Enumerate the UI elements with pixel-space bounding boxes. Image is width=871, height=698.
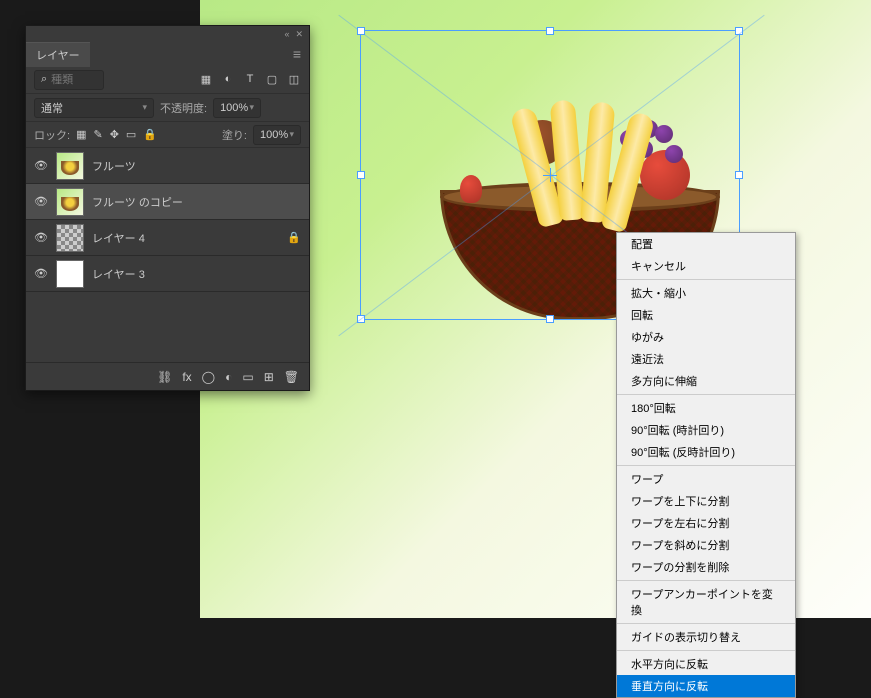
fill-input[interactable]: 100% ▾: [253, 125, 301, 145]
menu-separator: [617, 650, 795, 651]
menu-item[interactable]: 回転: [617, 304, 795, 326]
lock-indicator-icon: 🔒: [287, 231, 301, 244]
opacity-input[interactable]: 100% ▾: [213, 98, 261, 118]
lock-icons: ▦ ✎ ✥ ▭ 🔒: [76, 128, 157, 141]
layer-filter-search[interactable]: ⌕: [34, 70, 104, 90]
layers-list: 👁 フルーツ 👁 フルーツ のコピー 👁 レイヤー 4 🔒 👁 レイヤー 3: [26, 148, 309, 292]
panel-topbar: « ✕: [26, 26, 309, 42]
link-layers-icon[interactable]: ⛓: [157, 370, 172, 384]
group-icon[interactable]: ▭: [242, 370, 253, 384]
lock-position-icon[interactable]: ✥: [110, 128, 119, 141]
tab-layers[interactable]: レイヤー: [26, 42, 90, 67]
filter-type-icon[interactable]: T: [243, 73, 257, 86]
search-icon: ⌕: [41, 73, 47, 86]
layer-thumbnail[interactable]: [56, 260, 84, 288]
visibility-toggle-icon[interactable]: 👁: [34, 195, 48, 208]
lock-all-icon[interactable]: 🔒: [143, 128, 157, 141]
menu-item[interactable]: ワープを左右に分割: [617, 512, 795, 534]
filter-icons: ▦ ◐ T ▢ ◫: [199, 73, 301, 86]
layer-name[interactable]: フルーツ: [92, 158, 301, 174]
filter-adjustment-icon[interactable]: ◐: [221, 73, 235, 86]
menu-item[interactable]: ガイドの表示切り替え: [617, 626, 795, 648]
filter-shape-icon[interactable]: ▢: [265, 73, 279, 86]
blend-mode-value: 通常: [41, 100, 63, 116]
menu-separator: [617, 623, 795, 624]
menu-item[interactable]: 90°回転 (時計回り): [617, 419, 795, 441]
menu-item[interactable]: ワープアンカーポイントを変換: [617, 583, 795, 621]
layer-thumbnail[interactable]: [56, 224, 84, 252]
menu-item[interactable]: 多方向に伸縮: [617, 370, 795, 392]
transform-handle-mid-left[interactable]: [357, 171, 365, 179]
menu-item[interactable]: 遠近法: [617, 348, 795, 370]
layer-style-icon[interactable]: fx: [182, 370, 191, 384]
layer-row[interactable]: 👁 フルーツ のコピー: [26, 184, 309, 220]
chevron-down-icon: ▾: [289, 129, 294, 140]
lock-row: ロック: ▦ ✎ ✥ ▭ 🔒 塗り: 100% ▾: [26, 122, 309, 148]
layer-row[interactable]: 👁 レイヤー 3: [26, 256, 309, 292]
visibility-toggle-icon[interactable]: 👁: [34, 159, 48, 172]
panel-tabs: レイヤー ≡: [26, 42, 309, 66]
menu-item[interactable]: ゆがみ: [617, 326, 795, 348]
filter-smart-icon[interactable]: ◫: [287, 73, 301, 86]
menu-item[interactable]: ワープを斜めに分割: [617, 534, 795, 556]
chevron-down-icon: ▾: [250, 102, 255, 113]
menu-separator: [617, 465, 795, 466]
menu-item[interactable]: 拡大・縮小: [617, 282, 795, 304]
layer-row[interactable]: 👁 フルーツ: [26, 148, 309, 184]
new-layer-icon[interactable]: ⊞: [264, 370, 274, 384]
menu-item[interactable]: ワープの分割を削除: [617, 556, 795, 578]
menu-item[interactable]: キャンセル: [617, 255, 795, 277]
chevron-down-icon: ▾: [142, 102, 147, 113]
opacity-label: 不透明度:: [160, 100, 207, 116]
lock-transparency-icon[interactable]: ▦: [76, 128, 86, 141]
blend-row: 通常 ▾ 不透明度: 100% ▾: [26, 94, 309, 122]
lock-label: ロック:: [34, 127, 70, 143]
fill-label: 塗り:: [222, 127, 247, 143]
layer-row[interactable]: 👁 レイヤー 4 🔒: [26, 220, 309, 256]
menu-item[interactable]: 垂直方向に反転: [617, 675, 795, 697]
transform-handle-top-left[interactable]: [357, 27, 365, 35]
lock-brush-icon[interactable]: ✎: [93, 128, 102, 141]
layer-thumbnail[interactable]: [56, 188, 84, 216]
menu-separator: [617, 580, 795, 581]
layer-name[interactable]: フルーツ のコピー: [92, 194, 301, 210]
menu-item[interactable]: ワープを上下に分割: [617, 490, 795, 512]
menu-item[interactable]: 180°回転: [617, 397, 795, 419]
menu-item[interactable]: 90°回転 (反時計回り): [617, 441, 795, 463]
transform-context-menu: 配置キャンセル拡大・縮小回転ゆがみ遠近法多方向に伸縮 180°回転90°回転 (時…: [616, 232, 796, 698]
layer-mask-icon[interactable]: ◯: [202, 370, 215, 384]
menu-separator: [617, 279, 795, 280]
layer-thumbnail[interactable]: [56, 152, 84, 180]
panel-footer: ⛓ fx ◯ ◐ ▭ ⊞ 🗑: [26, 362, 309, 390]
lock-artboard-icon[interactable]: ▭: [126, 128, 136, 141]
adjustment-layer-icon[interactable]: ◐: [225, 370, 232, 384]
collapse-icon[interactable]: «: [284, 29, 289, 39]
visibility-toggle-icon[interactable]: 👁: [34, 231, 48, 244]
menu-item[interactable]: 水平方向に反転: [617, 653, 795, 675]
delete-layer-icon[interactable]: 🗑: [284, 370, 299, 384]
close-icon[interactable]: ✕: [295, 29, 303, 40]
layer-name[interactable]: レイヤー 4: [92, 230, 279, 246]
menu-item[interactable]: 配置: [617, 233, 795, 255]
blend-mode-select[interactable]: 通常 ▾: [34, 98, 154, 118]
opacity-value: 100%: [220, 102, 248, 114]
search-input[interactable]: [51, 74, 91, 86]
layers-panel: « ✕ レイヤー ≡ ⌕ ▦ ◐ T ▢ ◫ 通常 ▾ 不透明度: 100% ▾…: [25, 25, 310, 391]
filter-row: ⌕ ▦ ◐ T ▢ ◫: [26, 66, 309, 94]
menu-separator: [617, 394, 795, 395]
filter-image-icon[interactable]: ▦: [199, 73, 213, 86]
menu-item[interactable]: ワープ: [617, 468, 795, 490]
transform-handle-bottom-left[interactable]: [357, 315, 365, 323]
fill-value: 100%: [260, 129, 288, 141]
panel-menu-icon[interactable]: ≡: [285, 46, 309, 62]
layer-name[interactable]: レイヤー 3: [92, 266, 301, 282]
panel-spacer: [26, 292, 309, 362]
visibility-toggle-icon[interactable]: 👁: [34, 267, 48, 280]
